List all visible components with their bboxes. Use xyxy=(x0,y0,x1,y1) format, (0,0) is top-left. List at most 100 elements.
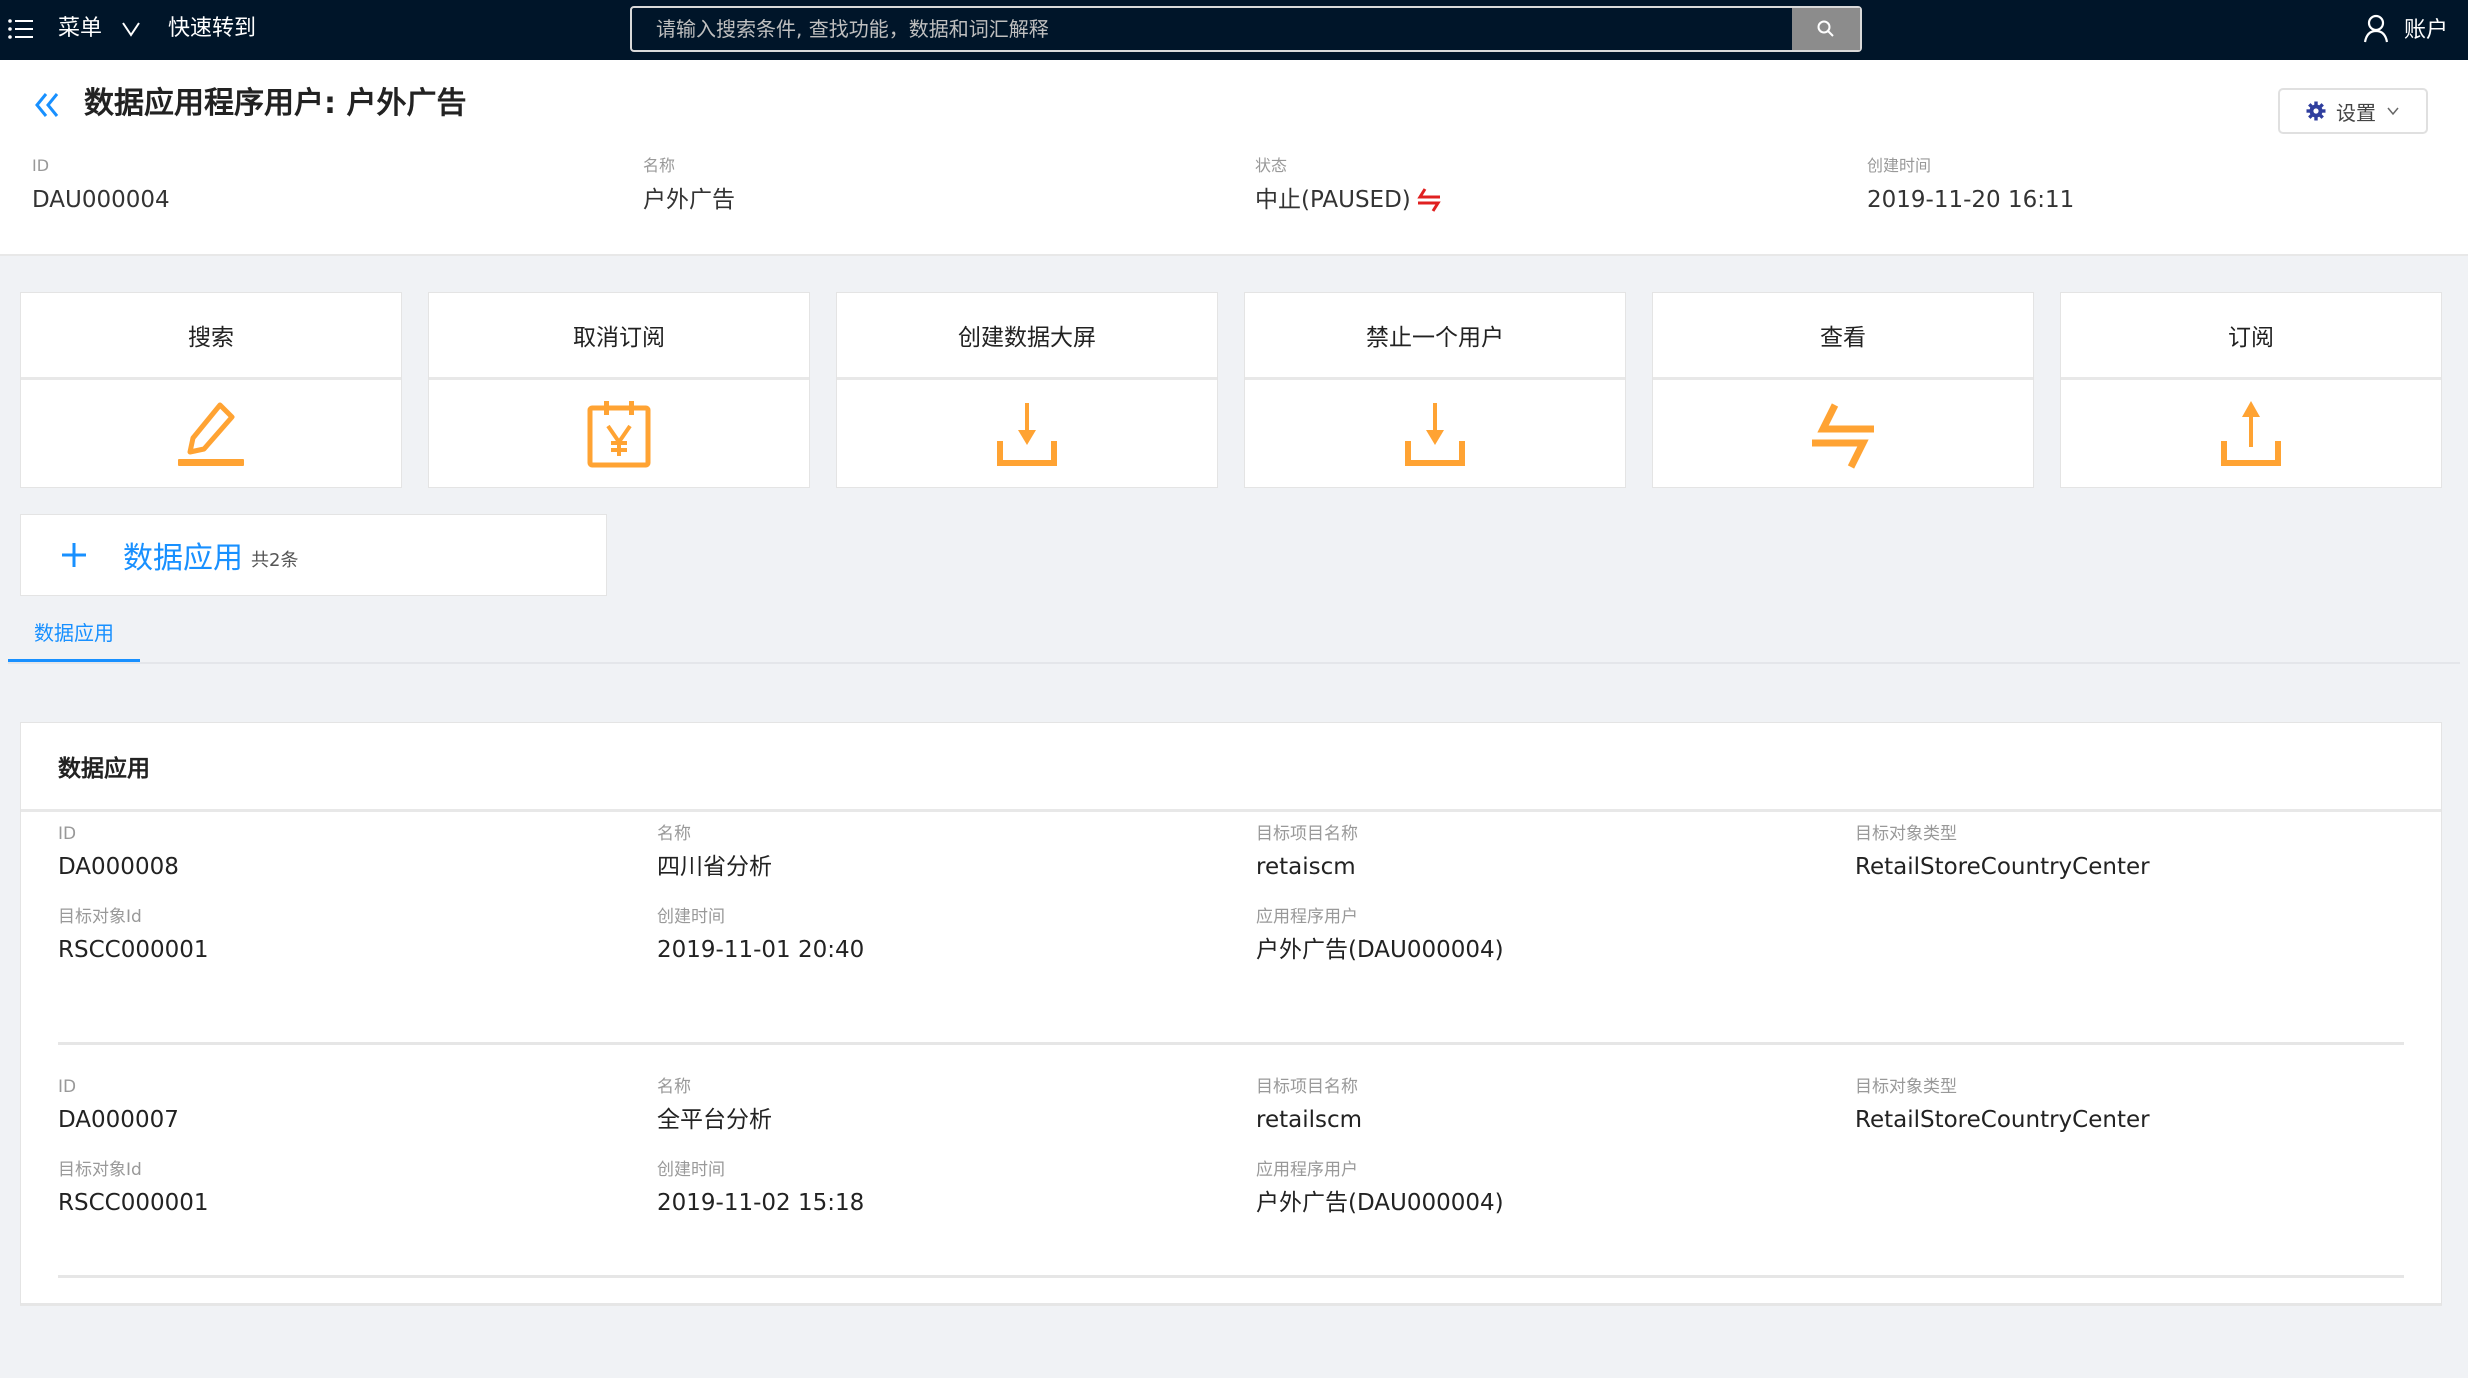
field-target-id: 目标对象Id RSCC000001 xyxy=(58,905,209,967)
meta-value: 户外广告 xyxy=(643,187,735,213)
action-subscribe[interactable]: 订阅 xyxy=(2060,292,2442,488)
field-label: 目标项目名称 xyxy=(1256,824,1358,844)
search-icon xyxy=(1817,20,1834,37)
field-value: DA000007 xyxy=(58,1107,179,1133)
action-label: 创建数据大屏 xyxy=(837,293,1217,380)
field-app-user: 应用程序用户 户外广告(DAU000004) xyxy=(1256,1158,1504,1220)
field-name: 名称 全平台分析 xyxy=(657,1075,772,1137)
settings-dropdown[interactable]: 设置 xyxy=(2278,88,2428,134)
field-value: RSCC000001 xyxy=(58,1190,209,1216)
list-title: 数据应用 xyxy=(21,723,2441,812)
field-id: ID DA000008 xyxy=(58,822,179,884)
field-value: RetailStoreCountryCenter xyxy=(1855,854,2150,880)
field-app-user: 应用程序用户 户外广告(DAU000004) xyxy=(1256,905,1504,967)
list-item[interactable]: ID DA000007 名称 全平台分析 目标项目名称 retailscm 目标… xyxy=(58,1045,2404,1278)
field-label: 目标项目名称 xyxy=(1256,1077,1358,1097)
action-label: 订阅 xyxy=(2061,293,2441,380)
field-created-time: 创建时间 2019-11-01 20:40 xyxy=(657,905,864,967)
download-icon xyxy=(1405,402,1465,466)
field-target-project: 目标项目名称 retaiscm xyxy=(1256,822,1358,884)
action-tiles: 搜索 取消订阅 创建数据大屏 禁止一个用户 查看 订阅 xyxy=(20,292,2442,488)
menu-list-icon[interactable] xyxy=(6,14,36,44)
action-label: 查看 xyxy=(1653,293,2033,380)
search-button[interactable] xyxy=(1792,8,1860,50)
action-search[interactable]: 搜索 xyxy=(20,292,402,488)
field-value[interactable]: 户外广告(DAU000004) xyxy=(1256,1186,1504,1220)
meta-created-time: 创建时间 2019-11-20 16:11 xyxy=(1867,154,2074,218)
account-menu[interactable]: 账户 xyxy=(2362,12,2448,44)
chevron-down-icon xyxy=(2387,107,2399,116)
record-count: 共2条 xyxy=(251,550,299,571)
field-value: 全平台分析 xyxy=(657,1107,772,1133)
double-chevron-left-icon[interactable] xyxy=(30,88,64,122)
calendar-yen-icon xyxy=(587,400,651,467)
meta-id: ID DAU000004 xyxy=(32,154,170,218)
global-search xyxy=(630,6,1862,52)
swap-icon xyxy=(1812,402,1874,469)
action-create-dashboard[interactable]: 创建数据大屏 xyxy=(836,292,1218,488)
upload-icon xyxy=(2221,400,2281,466)
action-label: 禁止一个用户 xyxy=(1245,293,1625,380)
field-label: 创建时间 xyxy=(657,1160,725,1180)
action-view[interactable]: 查看 xyxy=(1652,292,2034,488)
edit-icon xyxy=(178,402,244,466)
gear-icon xyxy=(2306,101,2326,121)
page-title: 数据应用程序用户: 户外广告 xyxy=(84,86,467,121)
chevron-down-icon[interactable] xyxy=(120,14,142,44)
field-target-type: 目标对象类型 RetailStoreCountryCenter xyxy=(1855,822,2150,884)
tab-data-application[interactable]: 数据应用 xyxy=(8,604,140,662)
field-target-id: 目标对象Id RSCC000001 xyxy=(58,1158,209,1220)
quick-goto-button[interactable]: 快速转到 xyxy=(168,14,256,44)
field-value: 2019-11-02 15:18 xyxy=(657,1190,865,1216)
field-target-type: 目标对象类型 RetailStoreCountryCenter xyxy=(1855,1075,2150,1137)
field-value: RSCC000001 xyxy=(58,937,209,963)
meta-label: 名称 xyxy=(643,156,676,175)
field-value: 2019-11-01 20:40 xyxy=(657,937,865,963)
field-value: retaiscm xyxy=(1256,854,1356,880)
data-application-list: 数据应用 ID DA000008 名称 四川省分析 目标项目名称 retaisc… xyxy=(20,722,2442,1306)
field-value: retailscm xyxy=(1256,1107,1363,1133)
plus-icon[interactable] xyxy=(59,540,89,570)
field-id: ID DA000007 xyxy=(58,1075,179,1137)
top-navigation-bar: 菜单 快速转到 账户 xyxy=(0,0,2468,60)
settings-label: 设置 xyxy=(2336,100,2376,125)
action-ban-user[interactable]: 禁止一个用户 xyxy=(1244,292,1626,488)
user-icon xyxy=(2363,14,2389,43)
action-label: 搜索 xyxy=(21,293,401,380)
field-label: 目标对象Id xyxy=(58,1160,142,1180)
meta-label: ID xyxy=(32,156,50,175)
field-label: 目标对象类型 xyxy=(1855,1077,1957,1097)
field-target-project: 目标项目名称 retailscm xyxy=(1256,1075,1362,1137)
action-unsubscribe[interactable]: 取消订阅 xyxy=(428,292,810,488)
field-label: 名称 xyxy=(657,1077,691,1097)
action-label: 取消订阅 xyxy=(429,293,809,380)
field-value: DA000008 xyxy=(58,854,179,880)
add-data-application[interactable]: 数据应用 共2条 xyxy=(20,514,607,596)
swap-icon[interactable] xyxy=(1415,186,1443,214)
field-label: ID xyxy=(58,824,77,844)
meta-label: 状态 xyxy=(1255,156,1288,175)
field-label: 名称 xyxy=(657,824,691,844)
field-label: 应用程序用户 xyxy=(1256,1160,1358,1180)
list-item[interactable]: ID DA000008 名称 四川省分析 目标项目名称 retaiscm 目标对… xyxy=(58,812,2404,1045)
field-created-time: 创建时间 2019-11-02 15:18 xyxy=(657,1158,864,1220)
field-name: 名称 四川省分析 xyxy=(657,822,772,884)
field-value[interactable]: 户外广告(DAU000004) xyxy=(1256,933,1504,967)
account-label: 账户 xyxy=(2403,18,2448,43)
page-header: 数据应用程序用户: 户外广告 设置 ID DAU000004 名称 户外广告 状… xyxy=(0,60,2468,256)
field-value: 四川省分析 xyxy=(657,854,772,880)
meta-status: 状态 中止(PAUSED) xyxy=(1255,154,1443,218)
tab-bar: 数据应用 xyxy=(8,604,2460,664)
meta-value: 2019-11-20 16:11 xyxy=(1867,187,2075,213)
field-label: 创建时间 xyxy=(657,907,725,927)
field-label: ID xyxy=(58,1077,77,1097)
search-input[interactable] xyxy=(632,8,1792,50)
field-label: 目标对象Id xyxy=(58,907,142,927)
section-link[interactable]: 数据应用 xyxy=(123,533,243,577)
meta-value: DAU000004 xyxy=(32,187,170,213)
field-label: 目标对象类型 xyxy=(1855,824,1957,844)
field-label: 应用程序用户 xyxy=(1256,907,1358,927)
menu-button[interactable]: 菜单 xyxy=(58,14,102,44)
download-icon xyxy=(997,402,1057,466)
field-value: RetailStoreCountryCenter xyxy=(1855,1107,2150,1133)
